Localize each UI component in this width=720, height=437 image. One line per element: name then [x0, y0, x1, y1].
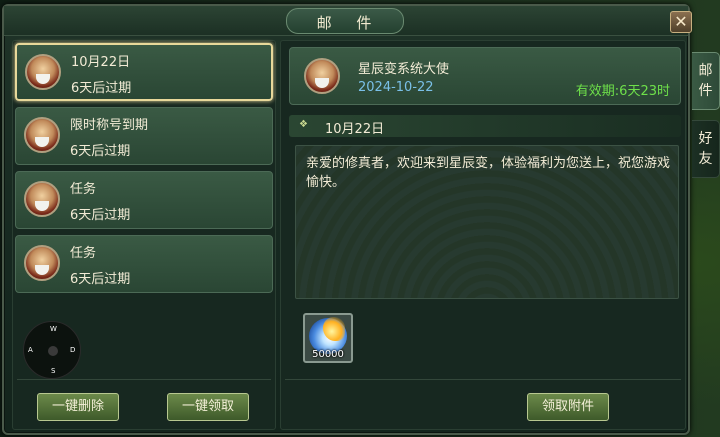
virtual-joystick[interactable]: W A D S: [23, 321, 81, 379]
message-body-box: 亲爱的修真者，欢迎来到星辰变，体验福利为您送上，祝您游戏愉快。: [295, 145, 679, 299]
divider: [17, 379, 271, 380]
mail-list-item[interactable]: 10月22日 6天后过期: [15, 43, 273, 101]
mail-list-item[interactable]: 任务 6天后过期: [15, 171, 273, 229]
joystick-up-label: W: [50, 325, 57, 333]
delete-all-button[interactable]: 一键删除: [37, 393, 119, 421]
sender-avatar-icon: [24, 181, 60, 217]
divider: [285, 379, 681, 380]
sender-avatar-icon: [25, 54, 61, 90]
mail-item-title: 10月22日: [71, 55, 131, 70]
sender-avatar-icon: [24, 245, 60, 281]
mail-list-item[interactable]: 限时称号到期 6天后过期: [15, 107, 273, 165]
mail-item-expiry: 6天后过期: [70, 208, 131, 223]
mail-list-pane: 10月22日 6天后过期 限时称号到期 6天后过期 任务 6天后过期 任务 6天…: [12, 40, 276, 430]
mail-subject-header: ❖ 10月22日: [289, 115, 681, 137]
attachment-count: 50000: [312, 349, 344, 360]
close-button[interactable]: ✕: [670, 11, 692, 33]
joystick-left-label: A: [28, 346, 33, 354]
tab-friends[interactable]: 好 友: [692, 120, 720, 178]
attachment-glow: [323, 317, 345, 341]
joystick-knob[interactable]: [48, 346, 58, 356]
sender-card: 星辰变系统大使 2024-10-22 有效期:6天23时: [289, 47, 681, 105]
joystick-right-label: D: [70, 346, 76, 354]
mail-detail-pane: 星辰变系统大使 2024-10-22 有效期:6天23时 ❖ 10月22日 亲爱…: [280, 40, 686, 430]
mail-item-title: 限时称号到期: [70, 118, 149, 133]
mail-item-expiry: 6天后过期: [70, 272, 131, 287]
mail-item-expiry: 6天后过期: [70, 144, 131, 159]
message-body-text: 亲爱的修真者，欢迎来到星辰变，体验福利为您送上，祝您游戏愉快。: [306, 156, 671, 190]
mail-date: 2024-10-22: [358, 80, 434, 95]
sender-avatar-icon: [24, 117, 60, 153]
sender-name: 星辰变系统大使: [358, 62, 450, 77]
claim-all-button[interactable]: 一键领取: [167, 393, 249, 421]
mail-list-item[interactable]: 任务 6天后过期: [15, 235, 273, 293]
attachment-slot[interactable]: 50000: [303, 313, 353, 363]
mail-item-title: 任务: [70, 246, 97, 261]
window-title: 邮 件: [316, 14, 382, 32]
mail-item-expiry: 6天后过期: [71, 81, 132, 96]
mail-window: 邮 件 ✕ 10月22日 6天后过期 限时称号到期 6天后过期 任务 6天后过期…: [2, 4, 692, 435]
tab-mail[interactable]: 邮 件: [692, 52, 720, 110]
mail-item-title: 任务: [70, 182, 97, 197]
diamond-bullet-icon: ❖: [299, 119, 308, 130]
claim-attachment-button[interactable]: 领取附件: [527, 393, 609, 421]
validity-text: 有效期:6天23时: [575, 84, 670, 99]
sender-avatar-icon: [304, 58, 340, 94]
mail-subject: 10月22日: [325, 122, 385, 137]
joystick-down-label: S: [51, 367, 56, 375]
